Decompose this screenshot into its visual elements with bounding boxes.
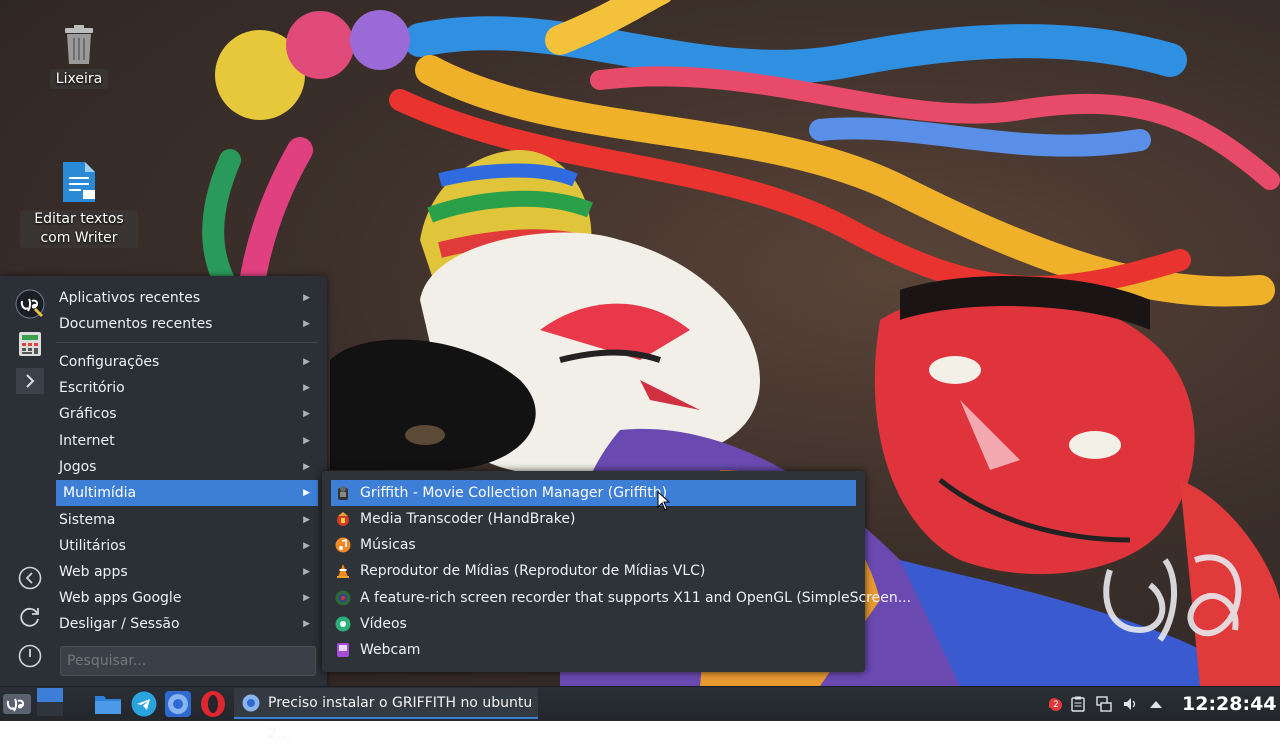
menu-item-label: Internet bbox=[59, 433, 115, 449]
handbrake-icon bbox=[335, 511, 351, 527]
writer-document-icon bbox=[59, 160, 99, 204]
submenu-item-griffith[interactable]: Griffith - Movie Collection Manager (Gri… bbox=[331, 480, 856, 506]
chevron-right-icon: ▶ bbox=[303, 619, 310, 629]
multimedia-submenu: Griffith - Movie Collection Manager (Gri… bbox=[322, 471, 911, 672]
menu-item-recent-documents[interactable]: Documentos recentes ▶ bbox=[52, 311, 318, 337]
menu-item-label: Desligar / Sessão bbox=[59, 616, 180, 632]
menu-category-settings[interactable]: Configurações ▶ bbox=[52, 349, 318, 375]
tray-expand-icon[interactable] bbox=[1148, 696, 1164, 712]
screen-recorder-icon bbox=[335, 590, 351, 606]
menu-item-label: Gráficos bbox=[59, 406, 117, 422]
menu-separator bbox=[56, 342, 318, 343]
desktop-icon-writer[interactable]: Editar textos com Writer bbox=[19, 160, 139, 248]
chevron-right-icon: ▶ bbox=[303, 515, 310, 525]
submenu-item-webcam[interactable]: Webcam bbox=[331, 637, 856, 663]
menu-category-office[interactable]: Escritório ▶ bbox=[52, 375, 318, 401]
chevron-right-icon: ▶ bbox=[303, 541, 310, 551]
calculator-icon[interactable] bbox=[14, 328, 46, 360]
volume-icon[interactable] bbox=[1122, 696, 1138, 712]
webcam-icon bbox=[335, 642, 351, 658]
desktop-icon-label: Editar textos com Writer bbox=[34, 211, 124, 246]
telegram-icon[interactable] bbox=[128, 687, 160, 721]
chevron-right-icon: ▶ bbox=[303, 593, 310, 603]
menu-category-internet[interactable]: Internet ▶ bbox=[52, 428, 318, 454]
vlc-cone-icon bbox=[335, 563, 351, 579]
refresh-icon[interactable] bbox=[14, 601, 46, 633]
big-logo-icon[interactable] bbox=[14, 288, 46, 320]
menu-category-games[interactable]: Jogos ▶ bbox=[52, 454, 318, 480]
submenu-item-label: Vídeos bbox=[360, 616, 407, 632]
submenu-item-videos[interactable]: Vídeos bbox=[331, 611, 856, 637]
file-manager-icon[interactable] bbox=[92, 687, 124, 721]
submenu-item-screen-recorder[interactable]: A feature-rich screen recorder that supp… bbox=[331, 585, 911, 611]
menu-category-web-apps[interactable]: Web apps ▶ bbox=[52, 559, 318, 585]
menu-item-label: Web apps Google bbox=[59, 590, 182, 606]
submenu-item-label: Griffith - Movie Collection Manager (Gri… bbox=[360, 485, 668, 501]
desktop-icon-label: Lixeira bbox=[49, 69, 109, 89]
menu-category-multimedia[interactable]: Multimídia ▶ bbox=[56, 480, 318, 506]
clock[interactable]: 12:28:44 bbox=[1182, 687, 1277, 721]
menu-category-system[interactable]: Sistema ▶ bbox=[52, 507, 318, 533]
menu-category-web-apps-google[interactable]: Web apps Google ▶ bbox=[52, 585, 318, 611]
music-icon bbox=[335, 537, 351, 553]
menu-item-label: Escritório bbox=[59, 380, 125, 396]
menu-item-label: Jogos bbox=[59, 459, 97, 475]
menu-category-graphics[interactable]: Gráficos ▶ bbox=[52, 401, 318, 427]
network-icon[interactable] bbox=[1096, 696, 1112, 712]
chromium-icon[interactable] bbox=[162, 687, 194, 721]
menu-item-label: Documentos recentes bbox=[59, 316, 213, 332]
menu-item-label: Multimídia bbox=[63, 485, 137, 501]
chevron-right-icon: ▶ bbox=[303, 409, 310, 419]
power-icon[interactable] bbox=[14, 640, 46, 672]
trash-icon bbox=[59, 24, 99, 66]
videos-icon bbox=[335, 616, 351, 632]
start-menu: Aplicativos recentes ▶ Documentos recent… bbox=[0, 276, 327, 686]
submenu-item-label: Músicas bbox=[360, 537, 416, 553]
menu-side-strip bbox=[0, 276, 52, 686]
chevron-right-icon: ▶ bbox=[303, 357, 310, 367]
search-input[interactable] bbox=[60, 646, 316, 676]
submenu-item-label: Webcam bbox=[360, 642, 421, 658]
big-logo-icon[interactable] bbox=[0, 687, 34, 721]
submenu-item-music[interactable]: Músicas bbox=[331, 532, 856, 558]
chevron-right-icon: ▶ bbox=[303, 567, 310, 577]
chevron-right-icon: ▶ bbox=[303, 383, 310, 393]
chromium-icon bbox=[242, 694, 260, 716]
notification-badge: 2 bbox=[1050, 699, 1062, 711]
expand-arrow-icon[interactable] bbox=[16, 368, 44, 394]
back-icon[interactable] bbox=[14, 562, 46, 594]
chevron-right-icon: ▶ bbox=[303, 319, 310, 329]
submenu-item-label: Reprodutor de Mídias (Reprodutor de Mídi… bbox=[360, 563, 706, 579]
chevron-right-icon: ▶ bbox=[303, 488, 310, 498]
clipboard-icon[interactable] bbox=[1070, 696, 1086, 712]
submenu-item-vlc[interactable]: Reprodutor de Mídias (Reprodutor de Mídi… bbox=[331, 558, 856, 584]
griffith-icon bbox=[335, 485, 351, 501]
submenu-item-label: Media Transcoder (HandBrake) bbox=[360, 511, 576, 527]
taskbar-window-item[interactable]: Preciso instalar o GRIFFITH no ubuntu 2.… bbox=[234, 688, 538, 742]
menu-item-label: Sistema bbox=[59, 512, 116, 528]
menu-item-label: Configurações bbox=[59, 354, 160, 370]
submenu-item-handbrake[interactable]: Media Transcoder (HandBrake) bbox=[331, 506, 856, 532]
chevron-right-icon: ▶ bbox=[303, 462, 310, 472]
mouse-cursor-icon bbox=[657, 491, 671, 511]
menu-item-label: Utilitários bbox=[59, 538, 126, 554]
menu-item-label: Web apps bbox=[59, 564, 128, 580]
menu-item-recent-apps[interactable]: Aplicativos recentes ▶ bbox=[52, 285, 318, 311]
menu-category-shutdown-session[interactable]: Desligar / Sessão ▶ bbox=[52, 611, 318, 637]
taskbar-window-title: Preciso instalar o GRIFFITH no ubuntu 2.… bbox=[268, 695, 533, 742]
chevron-right-icon: ▶ bbox=[303, 436, 310, 446]
menu-category-utilities[interactable]: Utilitários ▶ bbox=[52, 533, 318, 559]
menu-item-label: Aplicativos recentes bbox=[59, 290, 201, 306]
submenu-item-label: A feature-rich screen recorder that supp… bbox=[360, 590, 912, 606]
desktop-icon-trash[interactable]: Lixeira bbox=[19, 24, 139, 89]
chevron-right-icon: ▶ bbox=[303, 293, 310, 303]
taskbar: Preciso instalar o GRIFFITH no ubuntu 2.… bbox=[0, 686, 1280, 742]
opera-icon[interactable] bbox=[196, 687, 230, 721]
workspace-switcher-icon[interactable] bbox=[36, 688, 64, 716]
